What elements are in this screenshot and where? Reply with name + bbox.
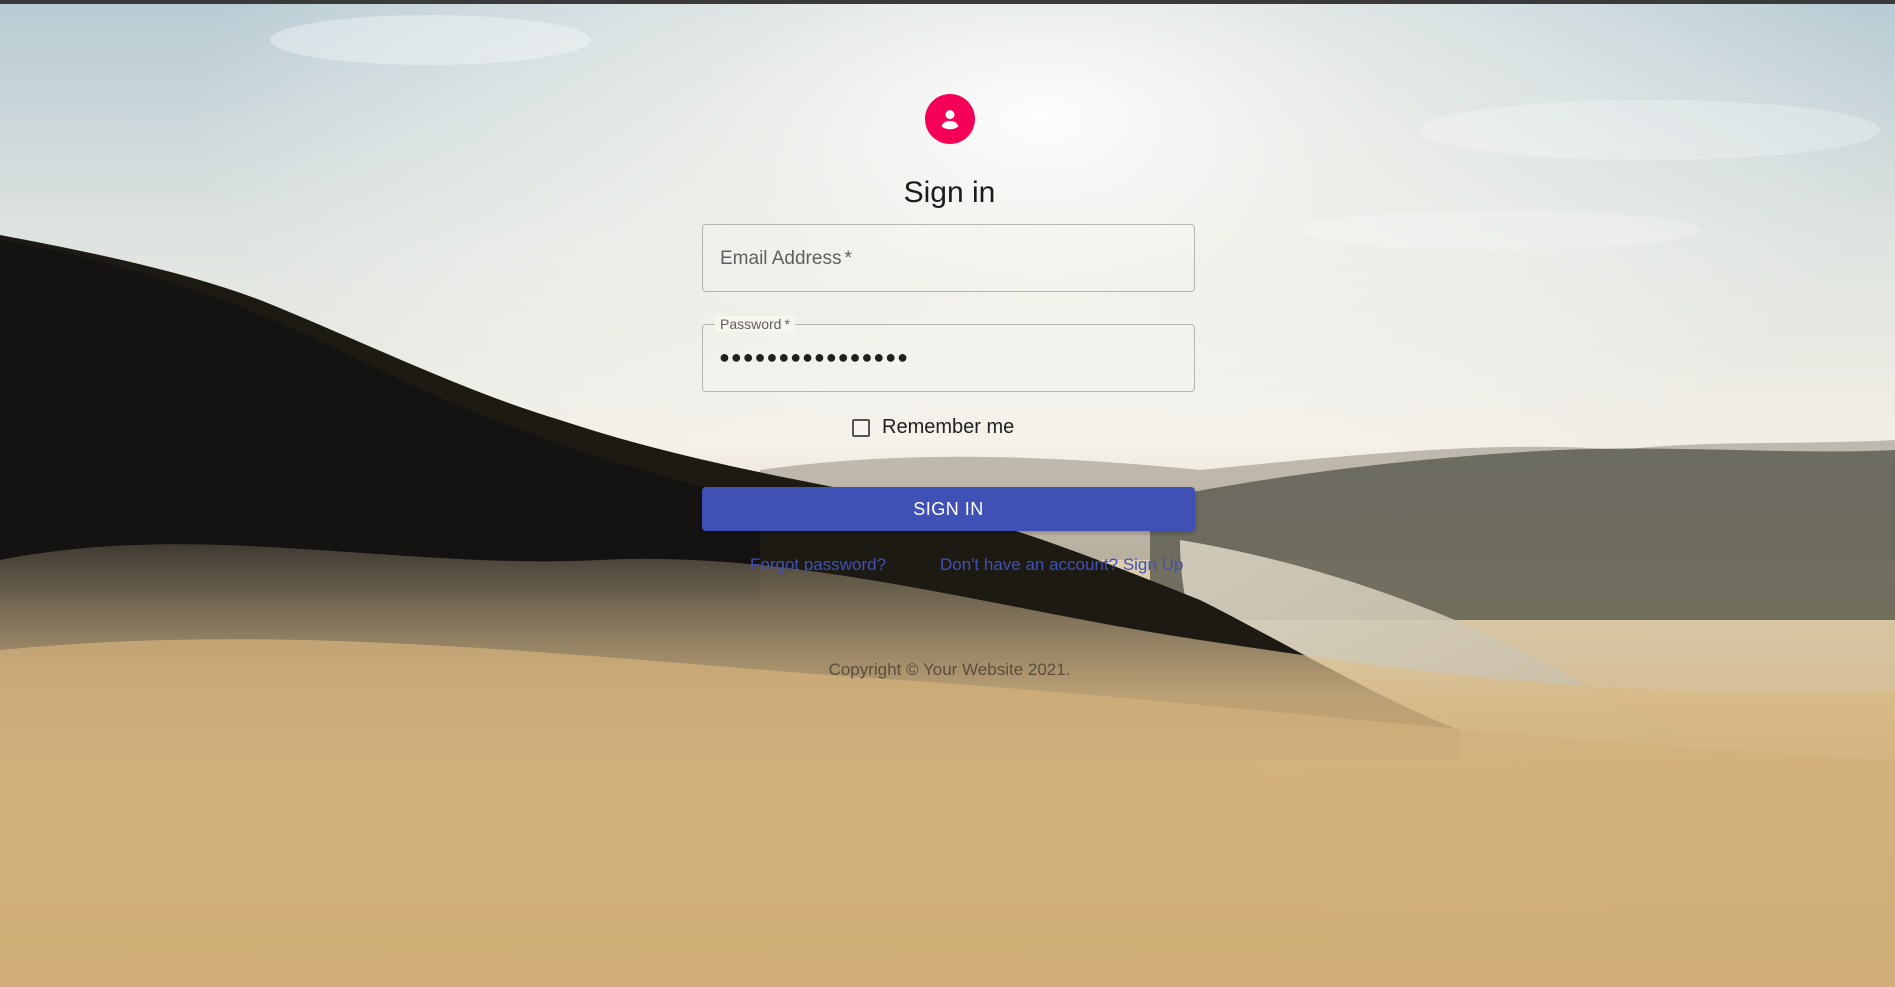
login-page: Sign in Email Address * Password * ●●●●●●●… xyxy=(0,0,1895,987)
password-field[interactable]: Password * ●●●●●●●●●●●●●●●● xyxy=(702,316,1195,392)
email-field-label: Email Address * xyxy=(720,248,852,269)
sign-in-button[interactable]: SIGN IN xyxy=(702,487,1195,531)
remember-me-label[interactable]: Remember me xyxy=(882,416,1014,439)
page-title: Sign in xyxy=(903,176,996,210)
password-field-label: Password * xyxy=(715,316,795,332)
person-icon xyxy=(941,110,959,130)
sign-up-link[interactable]: Don't have an account? Sign Up xyxy=(940,555,1183,575)
remember-me-checkbox[interactable] xyxy=(852,418,870,437)
window-top-edge xyxy=(0,0,1895,4)
copyright-text: Copyright © Your Website 2021. xyxy=(828,660,1071,679)
avatar xyxy=(925,94,975,144)
remember-me-row[interactable]: Remember me xyxy=(852,416,1014,439)
email-field[interactable]: Email Address * xyxy=(702,224,1195,292)
forgot-password-link[interactable]: Forgot password? xyxy=(750,555,886,575)
password-masked-value: ●●●●●●●●●●●●●●●● xyxy=(719,347,909,367)
